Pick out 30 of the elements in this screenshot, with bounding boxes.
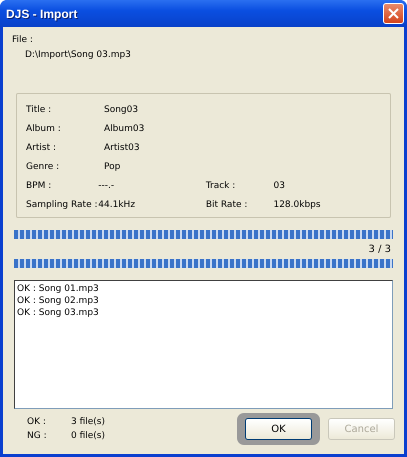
field-label: Bit Rate :: [206, 200, 248, 210]
field-value: ---.-: [98, 181, 116, 191]
field-value: 128.0kbps: [273, 200, 322, 210]
field-label: BPM :: [26, 181, 52, 191]
summary-label: OK :: [27, 417, 47, 427]
file-label: File :: [12, 35, 34, 45]
field-label: Artist :: [26, 143, 57, 153]
field-value: Pop: [104, 162, 122, 172]
summary-value: 0 file(s): [71, 431, 106, 441]
field-label: Title :: [26, 105, 52, 115]
ok-button[interactable]: OK: [245, 418, 312, 440]
field-label: Track :: [206, 181, 236, 191]
field-value: Album03: [104, 124, 146, 134]
file-path: D:\Import\Song 03.mp3: [25, 50, 132, 60]
log-line: OK : Song 03.mp3: [17, 307, 100, 319]
close-icon: [388, 8, 399, 19]
field-label: Album :: [26, 124, 62, 134]
field-label: Genre :: [26, 162, 60, 172]
summary-value: 3 file(s): [71, 417, 106, 427]
field-value: 03: [273, 181, 286, 191]
summary-label: NG :: [27, 431, 48, 441]
field-value: Song03: [104, 105, 140, 115]
field-value: 44.1kHz: [98, 200, 136, 210]
log-line: OK : Song 01.mp3: [17, 283, 100, 295]
close-button[interactable]: [383, 3, 404, 24]
field-label: Sampling Rate :: [26, 200, 98, 210]
window-title: DJS - Import: [6, 6, 78, 20]
field-value: Artist03: [104, 143, 141, 153]
log-line: OK : Song 02.mp3: [17, 295, 100, 307]
progress-count: 3 / 3: [368, 244, 391, 255]
